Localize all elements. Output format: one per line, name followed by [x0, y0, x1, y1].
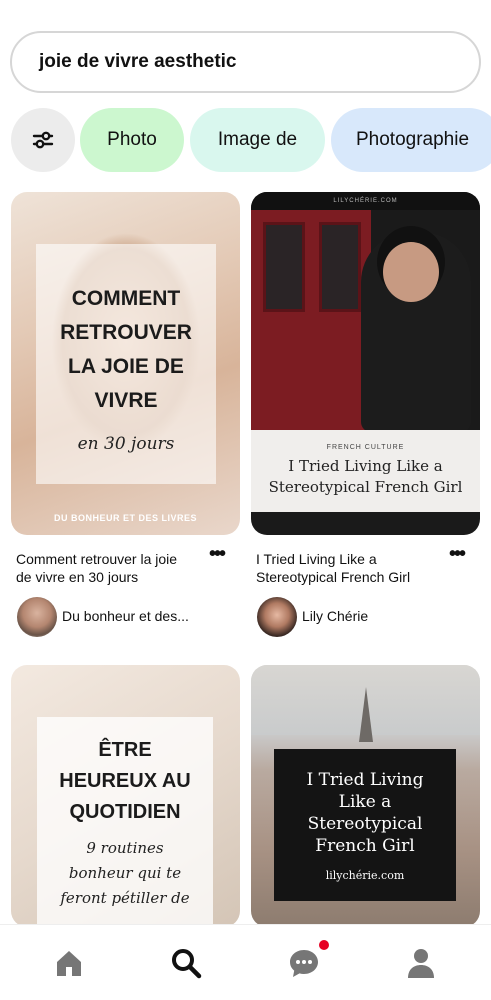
pin-overlay-title: I Tried Living Like a Stereotypical Fren…	[268, 457, 463, 496]
person-head	[383, 242, 439, 302]
home-icon	[57, 951, 81, 976]
nav-home[interactable]	[49, 943, 89, 983]
chip-photographie[interactable]: Photographie	[331, 108, 491, 172]
pin-author[interactable]: Lily Chérie	[302, 608, 368, 624]
pin-overlay-card: COMMENT RETROUVER LA JOIE DE VIVRE en 30…	[36, 244, 216, 484]
pin-overlay-band: FRENCH CULTURE I Tried Living Like a Ste…	[251, 430, 480, 512]
pin-overlay-title: I Tried Living Like a Stereotypical Fren…	[306, 769, 424, 856]
pin-author[interactable]: Du bonheur et des...	[62, 608, 189, 624]
more-options-button[interactable]: •••	[209, 543, 226, 566]
pin-overlay-card: ÊTRE HEUREUX AU QUOTIDIEN 9 routines bon…	[37, 717, 213, 927]
filter-button[interactable]	[11, 108, 75, 172]
profile-icon	[408, 949, 434, 978]
messages-icon	[290, 950, 318, 977]
pin-overlay-card: I Tried Living Like a Stereotypical Fren…	[274, 749, 456, 901]
pin-overlay-kicker: FRENCH CULTURE	[326, 444, 405, 451]
pin-image[interactable]: LILYCHÉRIE.COM FRENCH CULTURE I Tried Li…	[251, 192, 480, 535]
pin-overlay-subtitle: en 30 jours	[77, 434, 175, 454]
sliders-icon	[32, 131, 54, 149]
door-window	[263, 222, 305, 312]
avatar[interactable]	[257, 597, 297, 637]
nav-profile[interactable]	[401, 943, 441, 983]
pin-overlay-subtitle: 9 routines bonheur qui te feront pétille…	[60, 839, 190, 907]
pin-overlay-site: LILYCHÉRIE.COM	[251, 192, 480, 210]
pin-overlay-footer: DU BONHEUR ET DES LIVRES	[53, 513, 197, 523]
notification-badge	[319, 940, 329, 950]
chip-image-de[interactable]: Image de	[190, 108, 325, 172]
nav-messages[interactable]	[284, 943, 324, 983]
more-options-button[interactable]: •••	[449, 543, 466, 566]
pin-title[interactable]: Comment retrouver la joie de vivre en 30…	[16, 550, 177, 586]
pin-overlay-url: lilychérie.com	[325, 868, 405, 882]
filter-chips: Photo Image de Photographie	[0, 108, 491, 172]
pin-image[interactable]: COMMENT RETROUVER LA JOIE DE VIVRE en 30…	[11, 192, 240, 535]
pin-image[interactable]: I Tried Living Like a Stereotypical Fren…	[251, 665, 480, 927]
avatar[interactable]	[17, 597, 57, 637]
nav-search[interactable]	[166, 943, 206, 983]
search-query: joie de vivre aesthetic	[39, 51, 237, 72]
pin-title[interactable]: I Tried Living Like a Stereotypical Fren…	[256, 550, 410, 586]
chip-photo[interactable]: Photo	[80, 108, 184, 172]
bottom-nav	[0, 924, 491, 1000]
pin-overlay-title: COMMENT RETROUVER LA JOIE DE VIVRE	[60, 287, 192, 412]
search-icon	[172, 949, 202, 979]
pin-image[interactable]: ÊTRE HEUREUX AU QUOTIDIEN 9 routines bon…	[11, 665, 240, 927]
door-window	[319, 222, 361, 312]
pin-overlay-title: ÊTRE HEUREUX AU QUOTIDIEN	[59, 739, 191, 823]
search-input[interactable]: joie de vivre aesthetic	[10, 31, 481, 93]
